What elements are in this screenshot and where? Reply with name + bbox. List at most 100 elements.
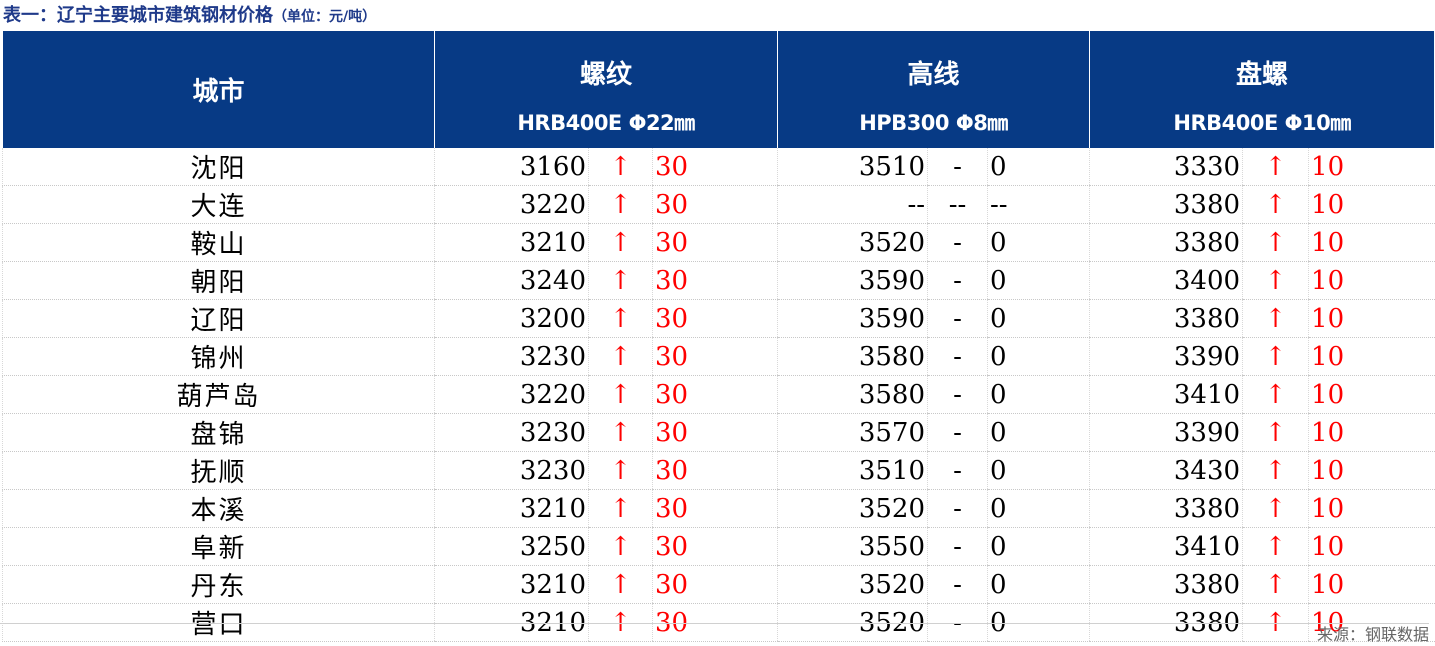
change-cell: 0 xyxy=(987,148,1090,186)
change-cell: 0 xyxy=(987,565,1090,604)
change-cell: 10 xyxy=(1308,527,1435,566)
trend-cell: - xyxy=(927,299,988,338)
price-cell: 3230 xyxy=(434,413,589,452)
table-row: 抚顺 3230 ↑ 30 3510-0 3430 ↑ 10 xyxy=(2,451,1435,490)
price-cell: 3410 xyxy=(1089,527,1243,566)
trend-cell: ↑ xyxy=(588,148,653,186)
product-spec: HRB400E Φ22㎜ xyxy=(517,111,695,135)
price-cell: 3250 xyxy=(434,527,589,566)
table-row: 丹东 3210 ↑ 30 3520-0 3380 ↑ 10 xyxy=(2,565,1435,604)
change-cell: 30 xyxy=(651,223,778,262)
trend-cell: ↑ xyxy=(1242,565,1309,604)
change-cell: 0 xyxy=(987,261,1090,300)
price-cell: 3210 xyxy=(434,489,589,528)
price-cell: 3380 xyxy=(1089,565,1243,604)
trend-cell: - xyxy=(927,261,988,300)
change-cell: 30 xyxy=(651,489,778,528)
price-cell: 3390 xyxy=(1089,337,1243,376)
table-row: 锦州 3230 ↑ 30 3580-0 3390 ↑ 10 xyxy=(2,337,1435,376)
trend-cell: ↑ xyxy=(588,489,653,528)
city-cell: 锦州 xyxy=(2,337,435,376)
price-table: 城市 螺纹 HRB400E Φ22㎜ 高线 HPB300 Φ8㎜ 盘螺 HRB4… xyxy=(2,31,1435,642)
trend-cell: - xyxy=(927,565,988,604)
city-cell: 大连 xyxy=(2,185,435,224)
product-name: 螺纹 xyxy=(580,60,633,90)
trend-cell: ↑ xyxy=(588,299,653,338)
title-text: 表一：辽宁主要城市建筑钢材价格 xyxy=(3,5,273,26)
price-cell: 3380 xyxy=(1089,299,1243,338)
trend-cell: ↑ xyxy=(1242,148,1309,186)
change-cell: 30 xyxy=(651,185,778,224)
price-cell: 3390 xyxy=(1089,413,1243,452)
change-cell: 10 xyxy=(1308,451,1435,490)
table-body: 沈阳 3160 ↑ 30 3510-0 3330 ↑ 10 大连 3220 ↑ 30 -- -- -- 338… xyxy=(2,148,1435,642)
trend-cell: - xyxy=(927,489,988,528)
change-cell: 30 xyxy=(651,375,778,414)
price-cell: 3200 xyxy=(434,299,589,338)
change-cell: 10 xyxy=(1308,261,1435,300)
change-cell: 10 xyxy=(1308,413,1435,452)
trend-cell: ↑ xyxy=(588,451,653,490)
product-spec: HPB300 Φ8㎜ xyxy=(859,111,1008,135)
product-name: 高线 xyxy=(907,60,960,90)
price-cell: 3380 xyxy=(1089,223,1243,262)
price-cell: 3520 xyxy=(777,489,928,528)
change-cell: 10 xyxy=(1308,148,1435,186)
city-cell: 本溪 xyxy=(2,489,435,528)
price-cell: 3240 xyxy=(434,261,589,300)
price-cell: 3380 xyxy=(1089,489,1243,528)
change-cell: 30 xyxy=(651,413,778,452)
price-cell: 3160 xyxy=(434,148,589,186)
trend-cell: ↑ xyxy=(1242,489,1309,528)
product-name: 盘螺 xyxy=(1236,60,1289,90)
trend-cell: ↑ xyxy=(588,413,653,452)
trend-cell: ↑ xyxy=(1242,185,1309,224)
city-cell: 鞍山 xyxy=(2,223,435,262)
city-cell: 辽阳 xyxy=(2,299,435,338)
price-cell: 3400 xyxy=(1089,261,1243,300)
table-row: 阜新 3250 ↑ 30 3550-0 3410 ↑ 10 xyxy=(2,527,1435,566)
trend-cell: - xyxy=(927,413,988,452)
change-cell: 30 xyxy=(651,337,778,376)
change-cell: 10 xyxy=(1308,565,1435,604)
price-cell: 3380 xyxy=(1089,185,1243,224)
header-product-wire: 高线 HPB300 Φ8㎜ xyxy=(777,31,1091,148)
change-cell: 30 xyxy=(651,299,778,338)
header-city: 城市 xyxy=(2,31,435,148)
city-cell: 阜新 xyxy=(2,527,435,566)
price-cell: -- xyxy=(777,185,928,224)
table-title: 表一：辽宁主要城市建筑钢材价格（单位：元/吨） xyxy=(3,2,376,30)
source-note: 来源：钢联数据 xyxy=(0,623,1429,646)
change-cell: 30 xyxy=(651,261,778,300)
price-cell: 3430 xyxy=(1089,451,1243,490)
trend-cell: ↑ xyxy=(588,337,653,376)
change-cell: 10 xyxy=(1308,489,1435,528)
city-cell: 丹东 xyxy=(2,565,435,604)
price-cell: 3230 xyxy=(434,451,589,490)
trend-cell: ↑ xyxy=(588,261,653,300)
trend-cell: ↑ xyxy=(1242,527,1309,566)
table-row: 葫芦岛 3220 ↑ 30 3580-0 3410 ↑ 10 xyxy=(2,375,1435,414)
product-spec: HRB400E Φ10㎜ xyxy=(1173,111,1351,135)
table-row: 本溪 3210 ↑ 30 3520-0 3380 ↑ 10 xyxy=(2,489,1435,528)
trend-cell: - xyxy=(927,527,988,566)
price-cell: 3520 xyxy=(777,223,928,262)
trend-cell: - xyxy=(927,148,988,186)
trend-cell: -- xyxy=(927,185,988,224)
change-cell: 0 xyxy=(987,299,1090,338)
header-product-coil: 盘螺 HRB400E Φ10㎜ xyxy=(1089,31,1435,148)
price-cell: 3580 xyxy=(777,337,928,376)
change-cell: 0 xyxy=(987,223,1090,262)
trend-cell: - xyxy=(927,451,988,490)
price-cell: 3330 xyxy=(1089,148,1243,186)
trend-cell: ↑ xyxy=(1242,223,1309,262)
trend-cell: ↑ xyxy=(588,185,653,224)
trend-cell: ↑ xyxy=(1242,413,1309,452)
city-cell: 盘锦 xyxy=(2,413,435,452)
city-cell: 朝阳 xyxy=(2,261,435,300)
header-row: 城市 螺纹 HRB400E Φ22㎜ 高线 HPB300 Φ8㎜ 盘螺 HRB4… xyxy=(2,31,1435,148)
change-cell: 0 xyxy=(987,413,1090,452)
change-cell: 10 xyxy=(1308,375,1435,414)
price-cell: 3410 xyxy=(1089,375,1243,414)
table-row: 盘锦 3230 ↑ 30 3570-0 3390 ↑ 10 xyxy=(2,413,1435,452)
